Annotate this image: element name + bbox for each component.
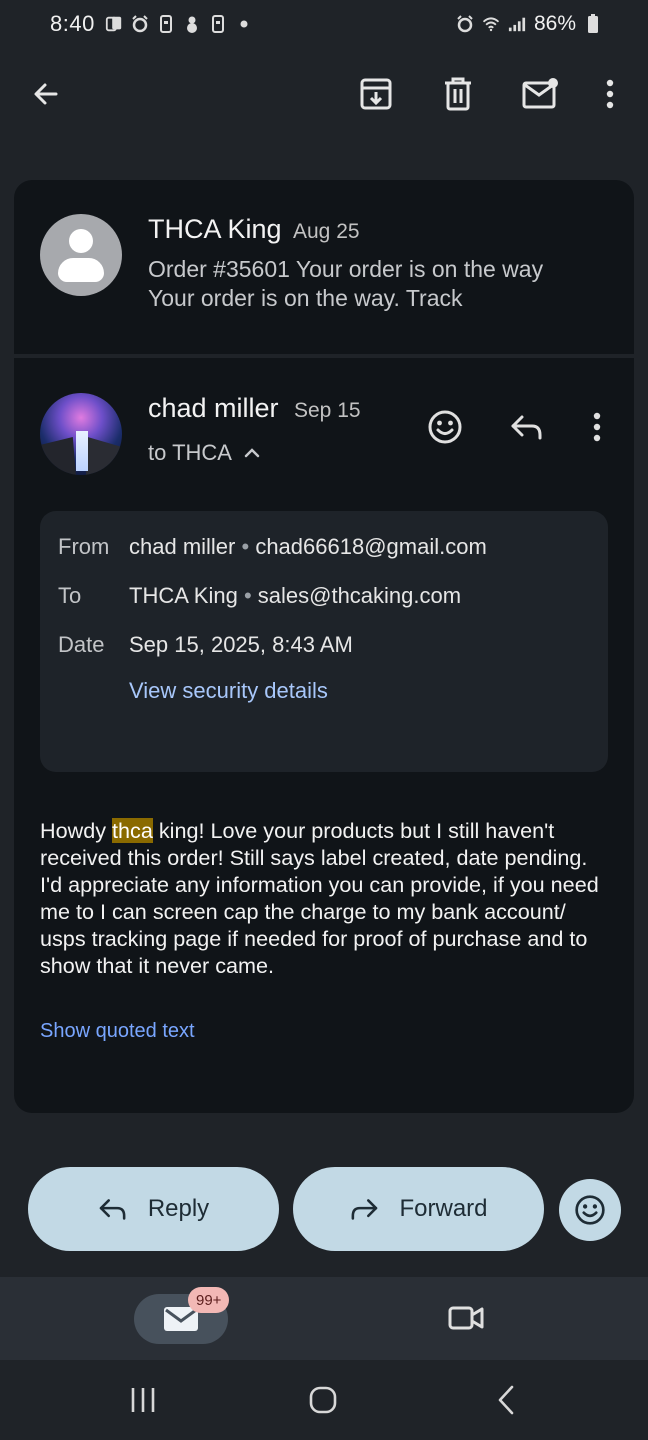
recipients-toggle[interactable]: to THCA <box>148 440 260 466</box>
to-value: THCA King • sales@thcaking.com <box>129 583 462 608</box>
avatar[interactable] <box>40 214 122 296</box>
phone-icon-2 <box>209 15 227 33</box>
recent-apps-button[interactable] <box>119 1378 167 1422</box>
message-date: Aug 25 <box>293 220 360 243</box>
sender-name: THCA King <box>148 214 282 244</box>
react-emoji-button[interactable] <box>559 1179 621 1241</box>
status-time: 8:40 <box>50 11 95 36</box>
react-emoji-button[interactable] <box>421 403 469 451</box>
from-name: chad miller <box>129 534 236 559</box>
reply-icon-button[interactable] <box>503 403 551 451</box>
unread-count-badge: 99+ <box>188 1287 230 1313</box>
reply-icon <box>99 1199 126 1220</box>
forward-icon <box>352 1199 378 1220</box>
to-email: sales@thcaking.com <box>257 583 462 608</box>
dot-icon <box>235 15 253 33</box>
battery-percent: 86% <box>533 12 576 35</box>
mark-unread-icon <box>522 78 558 109</box>
message-body: Howdy thca king! Love your products but … <box>40 817 612 979</box>
video-camera-icon <box>448 1306 484 1330</box>
date-value: Sep 15, 2025, 8:43 AM <box>129 632 353 657</box>
archive-button[interactable] <box>352 70 400 118</box>
toolbar <box>0 58 648 130</box>
from-label: From <box>58 534 110 559</box>
snowman-icon <box>183 15 201 33</box>
chevron-up-icon <box>244 448 260 458</box>
search-highlight: thca <box>112 818 153 843</box>
forward-label: Forward <box>399 1195 488 1222</box>
more-vert-icon <box>593 412 601 442</box>
show-quoted-text-link[interactable]: Show quoted text <box>40 1020 195 1043</box>
status-bar: 8:40 86% <box>0 0 648 48</box>
status-right: 86% <box>456 12 602 36</box>
forward-button[interactable]: Forward <box>293 1167 544 1251</box>
from-email: chad66618@gmail.com <box>255 534 487 559</box>
home-icon <box>309 1386 337 1414</box>
status-left: 8:40 <box>50 11 253 37</box>
battery-icon <box>584 14 602 33</box>
emoji-icon <box>428 410 462 444</box>
notification-icons <box>105 15 253 33</box>
message-snippet: Order #35601 Your order is on the way Yo… <box>148 256 544 311</box>
more-options-button[interactable] <box>586 70 634 118</box>
chevron-left-icon <box>498 1385 514 1415</box>
mark-unread-button[interactable] <box>516 70 564 118</box>
date-label: Date <box>58 632 105 657</box>
recipients-summary: to THCA <box>148 440 232 465</box>
system-back-button[interactable] <box>482 1378 530 1422</box>
view-security-details-link[interactable]: View security details <box>129 678 328 704</box>
more-vert-icon <box>606 79 614 109</box>
from-value: chad miller • chad66618@gmail.com <box>129 534 487 559</box>
alarm-icon <box>131 15 149 33</box>
delete-button[interactable] <box>434 70 482 118</box>
signal-icon <box>508 15 526 33</box>
reply-icon <box>511 415 542 440</box>
avatar[interactable] <box>40 393 122 475</box>
alarm-icon-right <box>456 15 474 33</box>
message-more-button[interactable] <box>573 403 621 451</box>
nav-meet[interactable] <box>442 1296 490 1340</box>
back-arrow-icon <box>34 83 58 105</box>
avatar-waterfall <box>76 431 88 471</box>
cards-icon <box>105 15 123 33</box>
wifi-icon <box>482 15 500 33</box>
bottom-navigation <box>0 1277 648 1360</box>
reply-button[interactable]: Reply <box>28 1167 279 1251</box>
recent-apps-icon <box>131 1388 155 1412</box>
back-button[interactable] <box>22 70 70 118</box>
person-icon-body <box>58 258 104 282</box>
body-text-start: Howdy <box>40 818 113 843</box>
home-button[interactable] <box>299 1378 347 1422</box>
person-icon-head <box>69 229 93 253</box>
to-label: To <box>58 583 82 608</box>
reply-label: Reply <box>147 1195 210 1222</box>
message-date: Sep 15 <box>294 399 361 422</box>
to-name: THCA King <box>129 583 238 608</box>
emoji-icon <box>575 1195 605 1225</box>
archive-icon <box>360 78 392 110</box>
trash-icon <box>445 77 471 111</box>
phone-icon <box>157 15 175 33</box>
sender-name: chad miller <box>148 393 279 423</box>
